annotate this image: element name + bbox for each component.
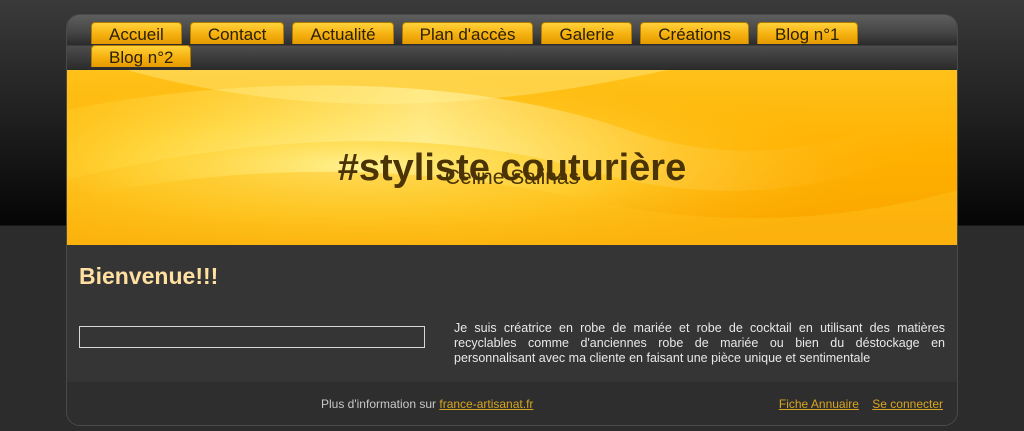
nav-item-accueil[interactable]: Accueil [91,22,182,44]
page-container: Accueil Contact Actualité Plan d'accès G… [66,14,958,426]
nav-item-contact[interactable]: Contact [189,22,285,44]
nav-item-actualite[interactable]: Actualité [292,22,394,44]
nav-item-blog-2[interactable]: Blog n°2 [91,45,192,67]
nav-item-creations[interactable]: Créations [640,22,750,44]
footer: Plus d'information sur france-artisanat.… [67,382,957,425]
empty-frame [79,326,425,348]
site-subtitle: Celine Salinas [444,166,580,189]
intro-paragraph: Je suis créatrice en robe de mariée et r… [454,321,945,365]
navigation-bar: Accueil Contact Actualité Plan d'accès G… [67,15,957,70]
main-content: Bienvenue!!! Je suis créatrice en robe d… [67,245,957,382]
nav-item-plan-acces[interactable]: Plan d'accès [401,22,534,44]
footer-info-text: Plus d'information sur [321,397,437,411]
login-link[interactable]: Se connecter [872,397,943,411]
fiche-annuaire-link[interactable]: Fiche Annuaire [779,397,859,411]
main-menu: Accueil Contact Actualité Plan d'accès G… [91,22,951,67]
nav-item-galerie[interactable]: Galerie [541,22,633,44]
nav-item-blog-1[interactable]: Blog n°1 [757,22,858,44]
footer-links: Fiche Annuaire Se connecter [769,397,943,411]
welcome-heading: Bienvenue!!! [79,263,219,289]
footer-info: Plus d'information sur france-artisanat.… [321,397,533,411]
france-artisanat-link[interactable]: france-artisanat.fr [439,397,533,411]
header-banner: #styliste couturière Celine Salinas [67,70,957,245]
